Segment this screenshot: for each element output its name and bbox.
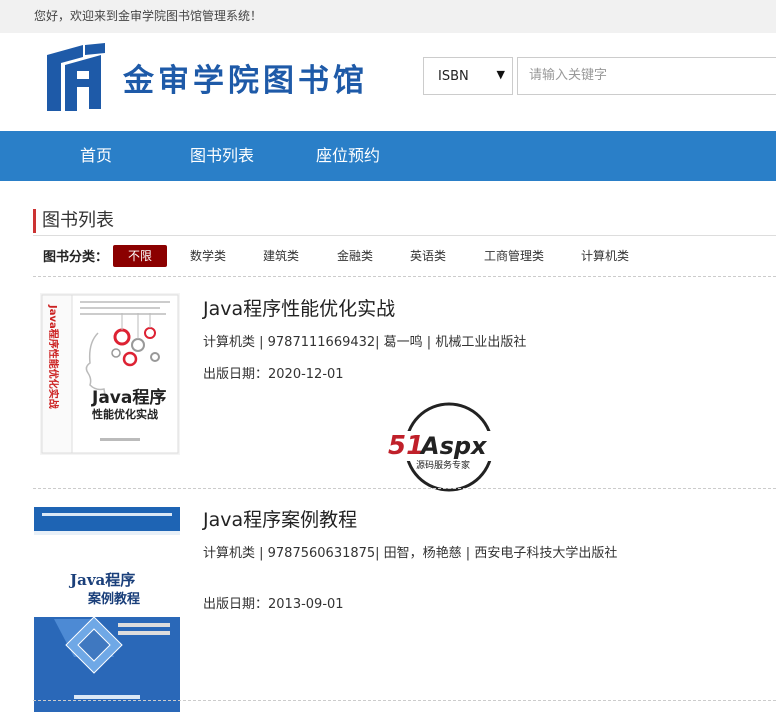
library-logo-icon[interactable]: [41, 43, 107, 113]
category-architecture[interactable]: 建筑类: [263, 245, 299, 267]
book-1-spine-text: Java程序性能优化实战: [47, 304, 60, 409]
search-type-select[interactable]: ISBN ▼: [423, 57, 513, 95]
book-cover-2[interactable]: Java程序 案例教程: [34, 507, 180, 712]
nav-item-seat-reservation[interactable]: 座位预约: [316, 131, 380, 181]
category-business-admin[interactable]: 工商管理类: [484, 245, 544, 267]
category-math[interactable]: 数学类: [190, 245, 226, 267]
title-divider: [33, 235, 776, 236]
svg-text:Aspx: Aspx: [419, 432, 488, 460]
book-2-cover-main-text: Java程序: [68, 571, 135, 589]
category-finance[interactable]: 金融类: [337, 245, 373, 267]
book-title-1[interactable]: Java程序性能优化实战: [203, 294, 395, 321]
book-cover-1[interactable]: Java程序 性能优化实战 Java程序性能优化实战: [40, 293, 180, 455]
book-date-1: 出版日期：2020-12-01: [203, 367, 344, 382]
divider: [33, 700, 776, 701]
library-logo-text[interactable]: 金审学院图书馆: [123, 55, 368, 100]
divider: [33, 488, 776, 489]
watermark-tagline: 源码服务专家: [416, 459, 470, 471]
svg-text:51: 51: [388, 431, 424, 461]
category-english[interactable]: 英语类: [410, 245, 446, 267]
welcome-text: 您好，欢迎来到金审学院图书馆管理系统！: [34, 9, 263, 23]
book-meta-2: 计算机类 | 9787560631875| 田智，杨艳慈 | 西安电子科技大学出…: [203, 546, 618, 561]
category-computer[interactable]: 计算机类: [581, 245, 629, 267]
search-placeholder: 请输入关键字: [529, 68, 608, 83]
nav-item-home[interactable]: 首页: [80, 131, 112, 181]
book-meta-1: 计算机类 | 9787111669432| 葛一鸣 | 机械工业出版社: [203, 335, 527, 350]
search-type-value: ISBN: [438, 69, 469, 84]
category-all[interactable]: 不限: [113, 245, 167, 267]
nav-item-book-list[interactable]: 图书列表: [190, 131, 254, 181]
brand-watermark-logo-icon: 51 Aspx 源码服务专家: [388, 402, 514, 492]
book-title-2[interactable]: Java程序案例教程: [203, 505, 357, 532]
category-filter-label: 图书分类：: [43, 250, 109, 265]
main-nav: 首页 图书列表 座位预约: [0, 131, 776, 181]
book-2-cover-sub-text: 案例教程: [87, 591, 140, 607]
book-date-2: 出版日期：2013-09-01: [203, 597, 344, 612]
dropdown-arrow-icon: ▼: [496, 68, 505, 81]
book-1-cover-main-text: Java程序: [91, 387, 166, 408]
book-1-cover-sub-text: 性能优化实战: [92, 407, 158, 421]
page-title: 图书列表: [33, 209, 114, 233]
divider: [33, 276, 776, 277]
welcome-bar: 您好，欢迎来到金审学院图书馆管理系统！: [0, 0, 776, 33]
search-input[interactable]: 请输入关键字: [517, 57, 776, 95]
